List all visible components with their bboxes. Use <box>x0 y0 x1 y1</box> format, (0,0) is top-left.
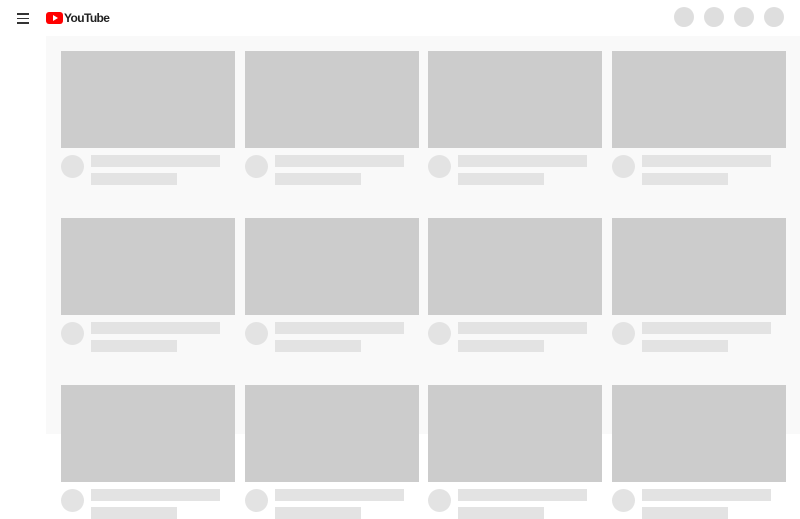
metadata-placeholder <box>91 507 177 519</box>
video-card-skeleton <box>61 218 235 352</box>
channel-avatar-placeholder <box>61 322 84 345</box>
title-placeholder <box>91 322 220 334</box>
video-card-skeleton <box>612 218 786 352</box>
thumbnail-placeholder <box>428 218 602 315</box>
video-card-skeleton <box>612 51 786 185</box>
thumbnail-placeholder <box>612 218 786 315</box>
title-placeholder <box>275 155 404 167</box>
metadata-placeholder <box>458 507 544 519</box>
menu-button[interactable] <box>12 7 34 29</box>
channel-avatar-placeholder <box>612 489 635 512</box>
channel-avatar-placeholder <box>428 155 451 178</box>
masthead-button-placeholder <box>734 7 754 27</box>
metadata-placeholder <box>642 507 728 519</box>
thumbnail-placeholder <box>61 51 235 148</box>
metadata-placeholder <box>275 340 361 352</box>
metadata-placeholder <box>91 340 177 352</box>
video-card-skeleton <box>61 51 235 185</box>
video-grid-skeleton <box>46 36 800 519</box>
video-card-skeleton <box>245 51 419 185</box>
logo-text: YouTube <box>64 11 110 25</box>
metadata-placeholder <box>275 507 361 519</box>
channel-avatar-placeholder <box>245 155 268 178</box>
metadata-placeholder <box>642 173 728 185</box>
metadata-placeholder <box>458 173 544 185</box>
metadata-placeholder <box>642 340 728 352</box>
title-placeholder <box>458 322 587 334</box>
title-placeholder <box>91 489 220 501</box>
title-placeholder <box>275 322 404 334</box>
title-placeholder <box>275 489 404 501</box>
thumbnail-placeholder <box>245 218 419 315</box>
channel-avatar-placeholder <box>245 322 268 345</box>
thumbnail-placeholder <box>61 218 235 315</box>
masthead-button-placeholder <box>674 7 694 27</box>
youtube-logo[interactable]: YouTube <box>46 10 110 26</box>
title-placeholder <box>642 155 771 167</box>
channel-avatar-placeholder <box>428 489 451 512</box>
youtube-play-icon <box>46 12 63 24</box>
channel-avatar-placeholder <box>61 155 84 178</box>
avatar-placeholder <box>764 7 784 27</box>
video-card-skeleton <box>428 218 602 352</box>
channel-avatar-placeholder <box>61 489 84 512</box>
thumbnail-placeholder <box>245 51 419 148</box>
title-placeholder <box>458 489 587 501</box>
masthead-button-placeholder <box>704 7 724 27</box>
channel-avatar-placeholder <box>428 322 451 345</box>
masthead: YouTube <box>0 0 800 36</box>
video-card-skeleton <box>428 51 602 185</box>
thumbnail-placeholder <box>612 51 786 148</box>
channel-avatar-placeholder <box>612 155 635 178</box>
channel-avatar-placeholder <box>245 489 268 512</box>
thumbnail-placeholder <box>428 51 602 148</box>
metadata-placeholder <box>275 173 361 185</box>
channel-avatar-placeholder <box>612 322 635 345</box>
metadata-placeholder <box>458 340 544 352</box>
title-placeholder <box>458 155 587 167</box>
metadata-placeholder <box>91 173 177 185</box>
title-placeholder <box>642 489 771 501</box>
video-card-skeleton <box>245 218 419 352</box>
title-placeholder <box>642 322 771 334</box>
title-placeholder <box>91 155 220 167</box>
